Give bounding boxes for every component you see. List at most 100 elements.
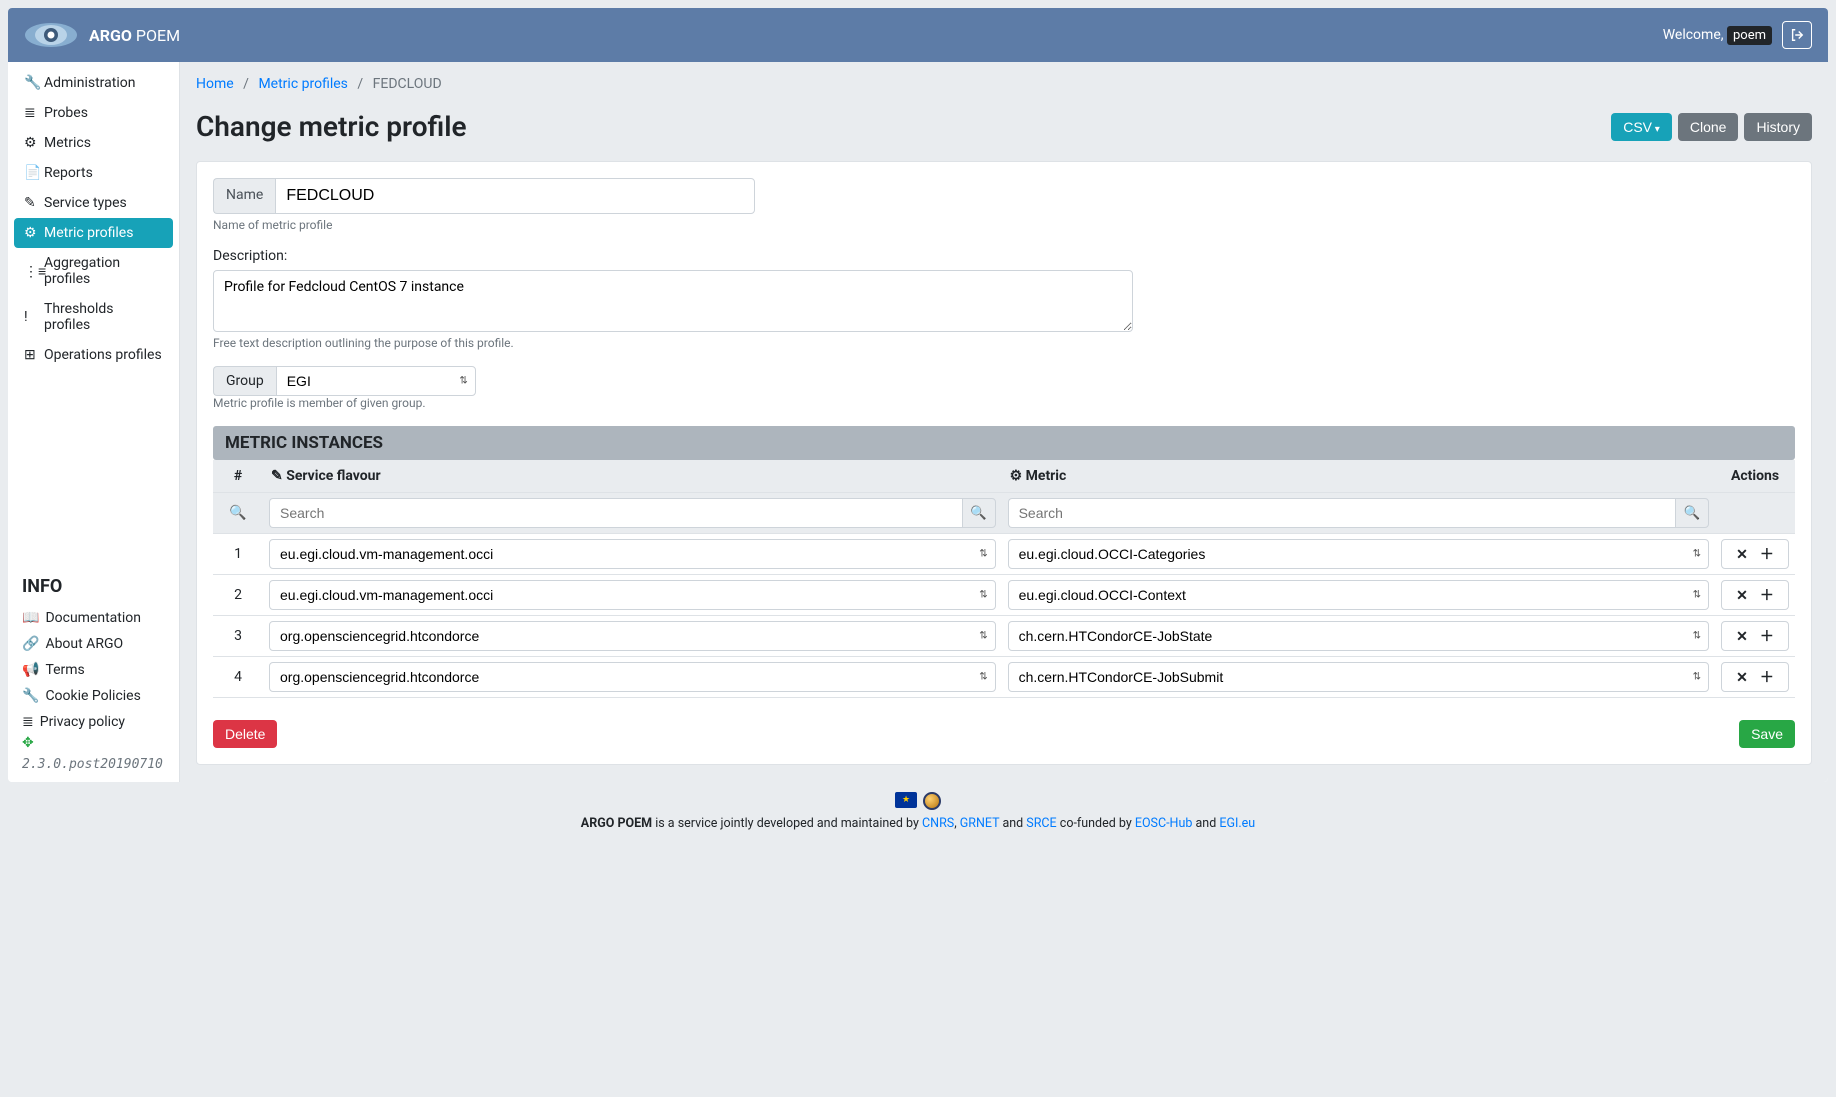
- metric-select[interactable]: ch.cern.HTCondorCE-JobState: [1008, 621, 1709, 651]
- add-row-button[interactable]: ＋: [1756, 667, 1778, 687]
- save-button[interactable]: Save: [1739, 720, 1795, 748]
- info-icon: 🔧: [22, 688, 39, 704]
- info-item-label: Cookie Policies: [45, 688, 140, 704]
- metric-select[interactable]: eu.egi.cloud.OCCI-Categories: [1008, 539, 1709, 569]
- csv-dropdown-button[interactable]: CSV: [1611, 113, 1672, 141]
- add-row-button[interactable]: ＋: [1756, 626, 1778, 646]
- service-flavour-select[interactable]: eu.egi.cloud.vm-management.occi: [269, 539, 996, 569]
- col-number: #: [213, 460, 263, 493]
- row-number: 1: [213, 534, 263, 575]
- sidebar-item-service-types[interactable]: ✎Service types: [14, 188, 173, 218]
- footer-brand: ARGO POEM: [581, 816, 652, 831]
- table-row: 2eu.egi.cloud.vm-management.occi eu.egi.c…: [213, 575, 1795, 616]
- service-search-input[interactable]: [269, 498, 962, 528]
- info-item-label: About ARGO: [45, 636, 123, 652]
- sidebar-item-label: Thresholds profiles: [44, 301, 163, 333]
- logo-icon: [24, 21, 79, 49]
- footer-link-cnrs[interactable]: CNRS: [922, 816, 954, 831]
- form-card: Name Name of metric profile Description:…: [196, 161, 1812, 765]
- sidebar-item-label: Probes: [44, 105, 88, 121]
- remove-row-button[interactable]: ✕: [1732, 585, 1752, 605]
- info-item-label: Documentation: [45, 610, 141, 626]
- table-row: 4org.opensciencegrid.htcondorce ch.cern.H…: [213, 657, 1795, 698]
- sidebar-item-probes[interactable]: ≣Probes: [14, 98, 173, 128]
- add-row-button[interactable]: ＋: [1756, 585, 1778, 605]
- info-title: INFO: [22, 576, 165, 597]
- description-help: Free text description outlining the purp…: [213, 336, 1795, 350]
- description-textarea[interactable]: Profile for Fedcloud CentOS 7 instance: [213, 270, 1133, 332]
- remove-row-button[interactable]: ✕: [1732, 667, 1752, 687]
- user-badge: poem: [1727, 26, 1772, 45]
- sidebar-item-label: Operations profiles: [44, 347, 162, 363]
- service-flavour-select[interactable]: eu.egi.cloud.vm-management.occi: [269, 580, 996, 610]
- info-item-cookie-policies[interactable]: 🔧 Cookie Policies: [22, 683, 165, 709]
- close-icon: ✕: [1736, 628, 1748, 644]
- sidebar-item-operations-profiles[interactable]: ⊞Operations profiles: [14, 340, 173, 370]
- breadcrumb-home[interactable]: Home: [196, 76, 234, 92]
- page-title: Change metric profile: [196, 110, 467, 143]
- logout-button[interactable]: [1782, 21, 1812, 49]
- sidebar-item-reports[interactable]: 📄Reports: [14, 158, 173, 188]
- plus-icon: ＋: [1760, 587, 1774, 603]
- row-number: 4: [213, 657, 263, 698]
- breadcrumb-current: FEDCLOUD: [373, 76, 442, 92]
- logout-icon: [1790, 28, 1804, 42]
- metric-search-button[interactable]: 🔍: [1675, 498, 1709, 528]
- col-metric: ⚙ Metric: [1002, 460, 1715, 493]
- close-icon: ✕: [1736, 587, 1748, 603]
- sidebar-item-metrics[interactable]: ⚙Metrics: [14, 128, 173, 158]
- info-item-documentation[interactable]: 📖 Documentation: [22, 605, 165, 631]
- metric-select[interactable]: eu.egi.cloud.OCCI-Context: [1008, 580, 1709, 610]
- nav-icon: 📄: [24, 165, 38, 181]
- search-icon: 🔍: [229, 505, 246, 521]
- globe-icon: [923, 792, 941, 810]
- close-icon: ✕: [1736, 546, 1748, 562]
- group-select[interactable]: EGI: [276, 366, 476, 396]
- search-icon: 🔍: [970, 505, 987, 521]
- footer-link-grnet[interactable]: GRNET: [960, 816, 1000, 831]
- info-item-about-argo[interactable]: 🔗About ARGO: [22, 631, 165, 657]
- nav-icon: ✎: [24, 195, 38, 211]
- clone-button[interactable]: Clone: [1678, 113, 1739, 141]
- info-icon: 📖: [22, 610, 39, 626]
- group-label: Group: [213, 366, 276, 396]
- remove-row-button[interactable]: ✕: [1732, 544, 1752, 564]
- metric-select[interactable]: ch.cern.HTCondorCE-JobSubmit: [1008, 662, 1709, 692]
- row-number: 2: [213, 575, 263, 616]
- table-row: 3org.opensciencegrid.htcondorce ch.cern.H…: [213, 616, 1795, 657]
- main-content: Home / Metric profiles / FEDCLOUD Change…: [180, 62, 1828, 782]
- breadcrumb-parent[interactable]: Metric profiles: [258, 76, 347, 92]
- row-number: 3: [213, 616, 263, 657]
- delete-button[interactable]: Delete: [213, 720, 277, 748]
- metric-search-input[interactable]: [1008, 498, 1675, 528]
- info-icon: ≣: [22, 714, 34, 730]
- plus-icon: ＋: [1760, 546, 1774, 562]
- sidebar-item-administration[interactable]: 🔧Administration: [14, 68, 173, 98]
- history-button[interactable]: History: [1744, 113, 1812, 141]
- nav-icon: ⚙: [24, 225, 38, 241]
- service-flavour-select[interactable]: org.opensciencegrid.htcondorce: [269, 662, 996, 692]
- gear-icon: ⚙: [1010, 468, 1023, 484]
- info-item-terms[interactable]: 📢Terms: [22, 657, 165, 683]
- topbar: ARGO POEM Welcome, poem: [8, 8, 1828, 62]
- remove-row-button[interactable]: ✕: [1732, 626, 1752, 646]
- service-flavour-select[interactable]: org.opensciencegrid.htcondorce: [269, 621, 996, 651]
- footer-link-egi[interactable]: EGI.eu: [1219, 816, 1255, 831]
- nav-icon: ⚙: [24, 135, 38, 151]
- add-row-button[interactable]: ＋: [1756, 544, 1778, 564]
- footer-link-srce[interactable]: SRCE: [1026, 816, 1056, 831]
- info-item-label: Terms: [45, 662, 84, 678]
- name-help: Name of metric profile: [213, 218, 1795, 232]
- info-item-privacy-policy[interactable]: ≣Privacy policy: [22, 709, 165, 735]
- sidebar-item-thresholds-profiles[interactable]: ! Thresholds profiles: [14, 294, 173, 340]
- nav-icon: ⋮≡: [24, 263, 38, 280]
- plus-icon: ＋: [1760, 628, 1774, 644]
- sidebar-item-metric-profiles[interactable]: ⚙Metric profiles: [14, 218, 173, 248]
- footer-link-eosc[interactable]: EOSC-Hub: [1135, 816, 1193, 831]
- breadcrumb: Home / Metric profiles / FEDCLOUD: [196, 76, 1812, 92]
- nav-icon: !: [24, 309, 38, 325]
- welcome-text: Welcome, poem: [1663, 27, 1772, 43]
- service-search-button[interactable]: 🔍: [962, 498, 996, 528]
- sidebar-item-aggregation-profiles[interactable]: ⋮≡Aggregation profiles: [14, 248, 173, 294]
- name-input[interactable]: [275, 178, 755, 214]
